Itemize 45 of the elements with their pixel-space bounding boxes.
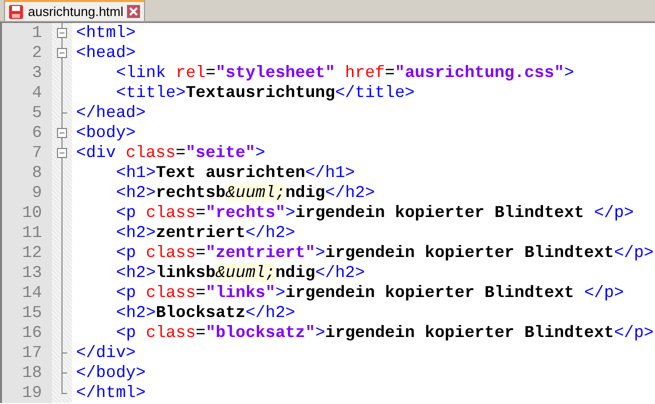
- code-line: <h2>rechtsb&uuml;ndig</h2>: [116, 183, 375, 203]
- line-number: 4: [2, 83, 52, 103]
- line-number: 15: [2, 303, 52, 323]
- code-line: </html>: [76, 383, 146, 403]
- line-number: 7: [2, 143, 52, 163]
- code-line: <link rel="stylesheet" href="ausrichtung.css">: [116, 63, 574, 83]
- code-line: <title>Textausrichtung</title>: [116, 83, 415, 103]
- line-number: 1: [2, 23, 52, 43]
- line-number: 19: [2, 383, 52, 403]
- line-number: 18: [2, 363, 52, 383]
- fold-toggle-icon[interactable]: [57, 123, 67, 143]
- code-line: <div class="seite">: [76, 143, 266, 163]
- fold-toggle-icon[interactable]: [57, 43, 67, 63]
- code-line: <p class="links">irgendein kopierter Blindtext </p>: [116, 283, 624, 303]
- fold-toggle-icon[interactable]: [57, 143, 67, 163]
- line-number: 12: [2, 243, 52, 263]
- fold-toggle-icon[interactable]: [57, 23, 67, 43]
- code-line: <body>: [76, 123, 136, 143]
- line-number: 8: [2, 163, 52, 183]
- code-line: <h2>linksb&uuml;ndig</h2>: [116, 263, 365, 283]
- code-line: <h2>Blocksatz</h2>: [116, 303, 296, 323]
- code-line: <h1>Text ausrichten</h1>: [116, 163, 356, 183]
- line-number: 6: [2, 123, 52, 143]
- line-number: 13: [2, 263, 52, 283]
- code-line: <html>: [76, 23, 136, 43]
- line-number: 9: [2, 183, 52, 203]
- line-number: 14: [2, 283, 52, 303]
- code-line: </body>: [76, 363, 146, 383]
- close-icon[interactable]: [127, 5, 140, 18]
- line-number: 11: [2, 223, 52, 243]
- line-number: 17: [2, 343, 52, 363]
- save-icon: [8, 4, 24, 20]
- code-line: </head>: [76, 103, 146, 123]
- file-tab[interactable]: ausrichtung.html: [4, 0, 146, 21]
- line-number: 16: [2, 323, 52, 343]
- code-line: <p class="rechts">irgendein kopierter Blindtext </p>: [116, 203, 634, 223]
- line-number: 5: [2, 103, 52, 123]
- line-number: 2: [2, 43, 52, 63]
- line-number: 3: [2, 63, 52, 83]
- code-line: <h2>zentriert</h2>: [116, 223, 296, 243]
- line-number: 10: [2, 203, 52, 223]
- code-line: </div>: [76, 343, 136, 363]
- code-line: <head>: [76, 43, 136, 63]
- code-line: <p class="blocksatz">irgendein kopierter Blindtext</p>: [116, 323, 654, 343]
- code-line: <p class="zentriert">irgendein kopierter Blindtext</p>: [116, 243, 654, 263]
